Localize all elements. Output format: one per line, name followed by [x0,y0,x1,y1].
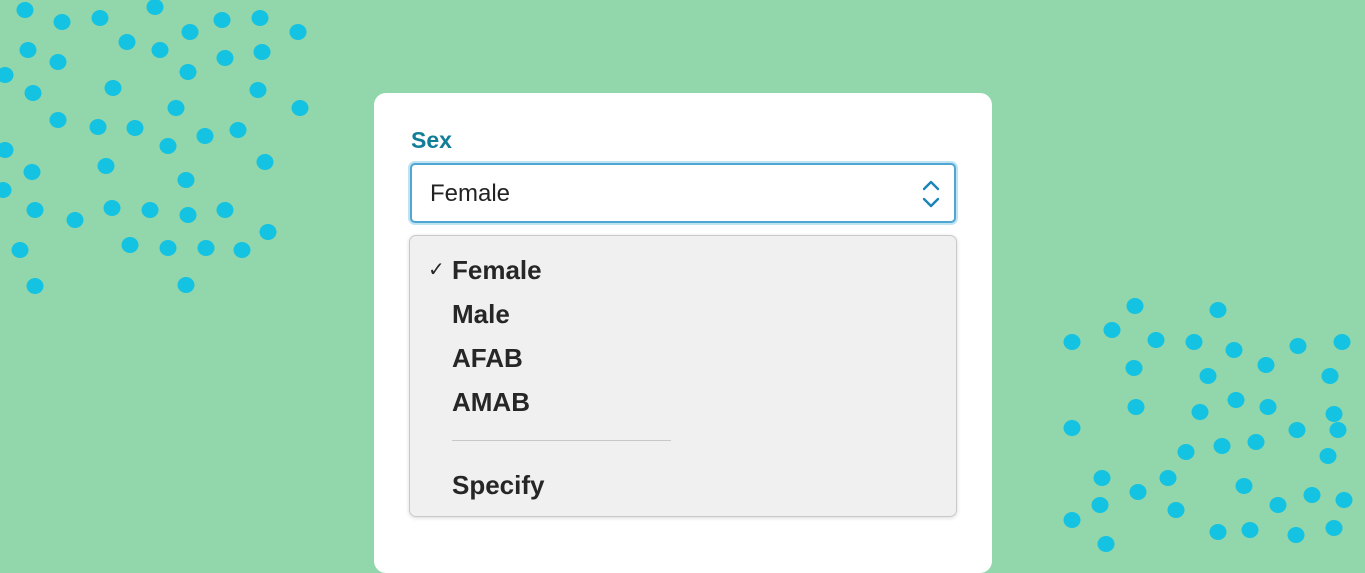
sex-select[interactable]: Female [410,163,956,223]
checkmark-icon: ✓ [428,259,445,281]
sex-dropdown-menu: ✓ Female Male AFAB AMAB Specify [409,235,957,517]
menu-option-female[interactable]: ✓ Female [410,247,956,287]
menu-option-label: Specify [452,470,545,500]
menu-separator [452,440,671,441]
up-down-chevron-icon [922,180,940,208]
menu-option-male[interactable]: Male [410,291,956,331]
menu-option-label: Male [452,299,510,329]
menu-option-label: Female [452,255,542,285]
menu-option-afab[interactable]: AFAB [410,335,956,375]
sex-select-value: Female [430,180,511,207]
menu-option-amab[interactable]: AMAB [410,379,956,419]
menu-option-specify[interactable]: Specify [410,462,956,502]
menu-option-label: AFAB [452,343,523,373]
sex-field-label: Sex [411,127,452,153]
menu-option-label: AMAB [452,387,530,417]
